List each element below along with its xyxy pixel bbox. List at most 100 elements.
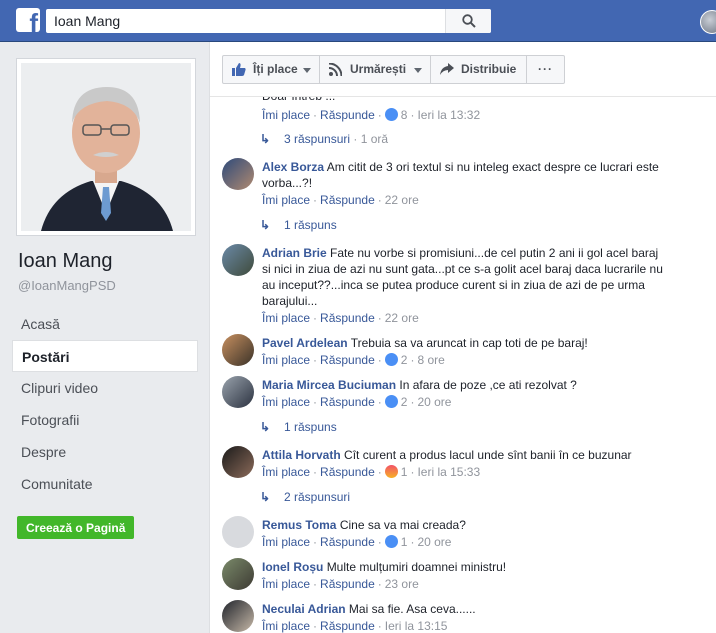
comment-actions: Îmi place · Răspunde · Ieri la 13:15 bbox=[262, 619, 448, 633]
comment-timestamp[interactable]: 23 ore bbox=[385, 577, 419, 591]
page-title[interactable]: Ioan Mang bbox=[18, 250, 113, 273]
reaction-count[interactable]: 2 bbox=[401, 353, 408, 367]
comment-like-link[interactable]: Îmi place bbox=[262, 577, 310, 591]
profile-photo bbox=[21, 63, 191, 231]
comment-like-link[interactable]: Îmi place bbox=[262, 353, 310, 367]
comment-timestamp[interactable]: Ieri la 13:15 bbox=[385, 619, 448, 633]
comment-reply-link[interactable]: Răspunde bbox=[320, 619, 375, 633]
share-page-button[interactable]: Distribuie bbox=[431, 55, 527, 84]
like-page-button[interactable]: Îți place bbox=[222, 55, 320, 84]
facebook-logo-icon[interactable]: f bbox=[16, 8, 40, 32]
share-page-label: Distribuie bbox=[461, 62, 517, 76]
comment-timestamp[interactable]: 22 ore bbox=[385, 311, 419, 325]
comment-actions: Îmi place · Răspunde · 22 ore bbox=[262, 193, 419, 207]
reply-arrow-icon: ↳ bbox=[260, 490, 271, 504]
comment-author[interactable]: Adrian Brie bbox=[262, 246, 327, 260]
nav-item-acasa[interactable]: Acasă bbox=[12, 308, 198, 340]
comment-reply-link[interactable]: Răspunde bbox=[320, 395, 375, 409]
reaction-count[interactable]: 8 bbox=[401, 108, 408, 122]
comment-timestamp[interactable]: Ieri la 15:33 bbox=[417, 465, 480, 479]
user-avatar[interactable] bbox=[700, 10, 716, 34]
reply-arrow-icon: ↳ bbox=[260, 420, 271, 434]
like-reaction-icon bbox=[384, 353, 398, 366]
comment-like-link[interactable]: Îmi place bbox=[262, 395, 310, 409]
commenter-avatar[interactable] bbox=[222, 446, 254, 478]
comment-author[interactable]: Remus Toma bbox=[262, 518, 336, 532]
comment-reply-link[interactable]: Răspunde bbox=[320, 577, 375, 591]
reaction-count[interactable]: 2 bbox=[401, 395, 408, 409]
comment-actions: Îmi place · Răspunde · 8 · Ieri la 13:32 bbox=[262, 108, 481, 122]
commenter-avatar[interactable] bbox=[222, 376, 254, 408]
main-content: Îți place Urmărești Distribuie ··· Doar … bbox=[209, 42, 716, 633]
nav-item-postari[interactable]: Postări bbox=[12, 340, 198, 372]
commenter-avatar[interactable] bbox=[222, 244, 254, 276]
search-icon bbox=[462, 14, 476, 28]
follow-page-label: Urmărești bbox=[350, 62, 407, 76]
search-box bbox=[46, 9, 491, 33]
like-reaction-icon bbox=[384, 108, 398, 121]
share-arrow-icon bbox=[440, 63, 454, 75]
comment-timestamp[interactable]: Ieri la 13:32 bbox=[417, 108, 480, 122]
commenter-avatar[interactable] bbox=[222, 334, 254, 366]
comment-timestamp[interactable]: 8 ore bbox=[417, 353, 444, 367]
reaction-count[interactable]: 1 bbox=[401, 535, 408, 549]
comment-text: Cît curent a produs lacul unde sînt bani… bbox=[344, 448, 632, 462]
page-sidebar: Ioan Mang @IoanMangPSD Acasă Postări Cli… bbox=[0, 42, 209, 633]
nav-item-clipuri-video[interactable]: Clipuri video bbox=[12, 372, 198, 404]
comment-text: Cine sa va mai creada? bbox=[339, 518, 466, 532]
angry-reaction-icon bbox=[384, 465, 398, 478]
comment-author[interactable]: Alex Borza bbox=[262, 160, 324, 174]
comment-author[interactable]: Pavel Ardelean bbox=[262, 336, 348, 350]
reply-arrow-icon: ↳ bbox=[260, 218, 271, 232]
comment-actions: Îmi place · Răspunde · 2 · 20 ore bbox=[262, 395, 452, 409]
comment-timestamp[interactable]: 20 ore bbox=[417, 535, 451, 549]
reaction-count[interactable]: 1 bbox=[401, 465, 408, 479]
view-replies-link[interactable]: ↳ 2 răspunsuri bbox=[260, 490, 350, 504]
comment-reply-link[interactable]: Răspunde bbox=[320, 535, 375, 549]
comment-reply-link[interactable]: Răspunde bbox=[320, 311, 375, 325]
comment-text: Multe mulțumiri doamnei ministru! bbox=[326, 560, 507, 574]
profile-picture[interactable] bbox=[16, 58, 196, 236]
nav-item-comunitate[interactable]: Comunitate bbox=[12, 468, 198, 500]
commenter-avatar[interactable] bbox=[222, 600, 254, 632]
chevron-down-icon bbox=[303, 68, 311, 73]
comment-text: Mai sa fie. Asa ceva...... bbox=[348, 602, 476, 616]
comment-like-link[interactable]: Îmi place bbox=[262, 311, 310, 325]
comment-author[interactable]: Attila Horvath bbox=[262, 448, 341, 462]
comment-like-link[interactable]: Îmi place bbox=[262, 108, 310, 122]
chevron-down-icon bbox=[414, 68, 422, 73]
nav-item-fotografii[interactable]: Fotografii bbox=[12, 404, 198, 436]
comment-reply-link[interactable]: Răspunde bbox=[320, 108, 375, 122]
view-replies-link[interactable]: ↳ 1 răspuns bbox=[260, 218, 337, 232]
comment-author[interactable]: Maria Mircea Buciuman bbox=[262, 378, 396, 392]
comment-like-link[interactable]: Îmi place bbox=[262, 535, 310, 549]
view-replies-link[interactable]: ↳ 3 răspunsuri · 1 oră bbox=[260, 132, 388, 146]
nav-item-despre[interactable]: Despre bbox=[12, 436, 198, 468]
comment-actions: Îmi place · Răspunde · 1 · 20 ore bbox=[262, 535, 452, 549]
rss-icon bbox=[329, 63, 342, 76]
comment-timestamp[interactable]: 20 ore bbox=[417, 395, 451, 409]
comment-timestamp[interactable]: 22 ore bbox=[385, 193, 419, 207]
comment-reply-link[interactable]: Răspunde bbox=[320, 193, 375, 207]
top-navigation-bar: f bbox=[0, 0, 716, 42]
create-page-button[interactable]: Creează o Pagină bbox=[17, 516, 135, 539]
comment-author[interactable]: Ionel Roșu bbox=[262, 560, 323, 574]
comment-reply-link[interactable]: Răspunde bbox=[320, 465, 375, 479]
thumbs-up-icon bbox=[232, 63, 246, 76]
commenter-avatar[interactable] bbox=[222, 558, 254, 590]
commenter-avatar[interactable] bbox=[222, 158, 254, 190]
page-navigation: Acasă Postări Clipuri video Fotografii D… bbox=[12, 308, 198, 500]
view-replies-link[interactable]: ↳ 1 răspuns bbox=[260, 420, 337, 434]
comment-reply-link[interactable]: Răspunde bbox=[320, 353, 375, 367]
commenter-avatar[interactable] bbox=[222, 516, 254, 548]
comment-author[interactable]: Neculai Adrian bbox=[262, 602, 346, 616]
more-options-button[interactable]: ··· bbox=[527, 55, 565, 84]
search-button[interactable] bbox=[445, 9, 491, 33]
comment-like-link[interactable]: Îmi place bbox=[262, 465, 310, 479]
page-handle[interactable]: @IoanMangPSD bbox=[18, 278, 116, 293]
comment-actions: Îmi place · Răspunde · 2 · 8 ore bbox=[262, 353, 445, 367]
follow-page-button[interactable]: Urmărești bbox=[320, 55, 431, 84]
comment-like-link[interactable]: Îmi place bbox=[262, 619, 310, 633]
search-input[interactable] bbox=[46, 9, 446, 33]
comment-like-link[interactable]: Îmi place bbox=[262, 193, 310, 207]
